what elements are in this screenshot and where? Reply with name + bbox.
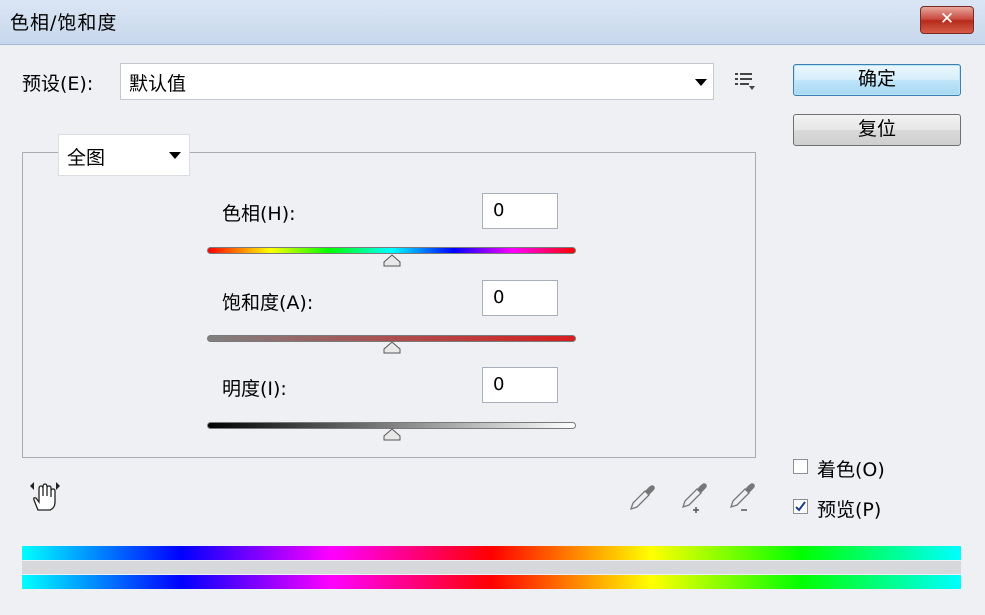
preset-label: 预设(E): bbox=[22, 73, 94, 95]
preview-label[interactable]: 预览(P) bbox=[817, 495, 881, 522]
eyedropper-minus-icon[interactable] bbox=[726, 482, 758, 514]
hue-label: 色相(H): bbox=[222, 203, 296, 225]
preset-dropdown[interactable]: 默认值 bbox=[120, 63, 714, 100]
chevron-down-icon bbox=[695, 79, 707, 86]
reset-button[interactable]: 复位 bbox=[793, 114, 961, 146]
eyedropper-icon[interactable] bbox=[628, 482, 658, 512]
saturation-input[interactable]: 0 bbox=[482, 280, 558, 316]
lightness-input[interactable]: 0 bbox=[482, 367, 558, 403]
lightness-slider-thumb[interactable] bbox=[383, 428, 401, 441]
channel-dropdown[interactable]: 全图 bbox=[58, 134, 190, 176]
hue-slider-track[interactable] bbox=[207, 247, 576, 254]
close-icon: ✕ bbox=[939, 9, 955, 29]
checkmark-icon bbox=[795, 501, 806, 512]
title-bar: 色相/饱和度 ✕ bbox=[0, 0, 985, 45]
saturation-slider-thumb[interactable] bbox=[383, 341, 401, 354]
hue-input[interactable]: 0 bbox=[482, 193, 558, 229]
source-color-bar bbox=[22, 546, 961, 560]
targeted-adjust-hand-icon[interactable] bbox=[28, 480, 62, 512]
preset-options-icon[interactable] bbox=[733, 71, 757, 91]
window-title: 色相/饱和度 bbox=[10, 12, 118, 34]
eyedropper-plus-icon[interactable] bbox=[678, 482, 710, 514]
colorize-checkbox[interactable] bbox=[793, 459, 808, 474]
saturation-label: 饱和度(A): bbox=[222, 292, 314, 314]
preset-value: 默认值 bbox=[129, 73, 187, 95]
close-button[interactable]: ✕ bbox=[920, 6, 974, 34]
preview-checkbox[interactable] bbox=[793, 499, 808, 514]
ok-button[interactable]: 确定 bbox=[793, 64, 961, 96]
color-range-gap bbox=[22, 561, 961, 574]
chevron-down-icon bbox=[169, 152, 181, 159]
hue-slider-thumb[interactable] bbox=[383, 254, 401, 267]
result-color-bar bbox=[22, 575, 961, 589]
channel-value: 全图 bbox=[67, 147, 106, 169]
lightness-label: 明度(I): bbox=[222, 378, 287, 400]
colorize-label[interactable]: 着色(O) bbox=[817, 455, 885, 482]
adjustment-group bbox=[22, 152, 756, 458]
